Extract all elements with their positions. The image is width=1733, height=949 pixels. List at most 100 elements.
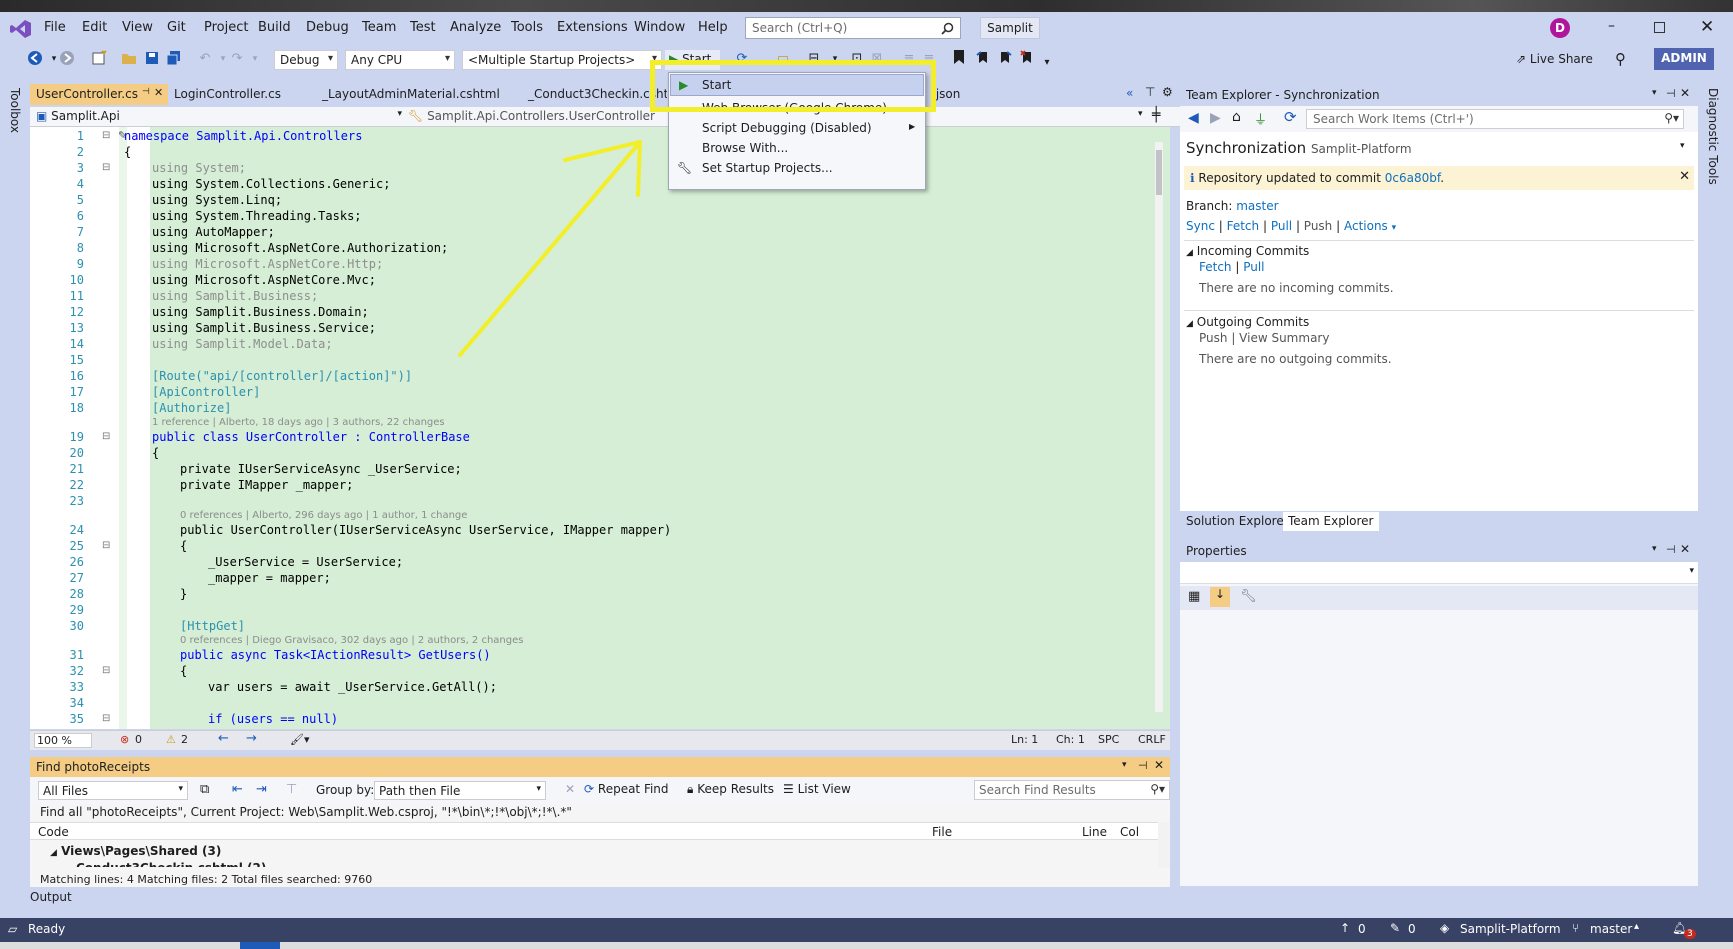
keep-results-button[interactable]: 🔒︎ Keep Results: [687, 782, 774, 797]
alphabetical-icon[interactable]: ↓: [1210, 587, 1230, 607]
feedback-icon[interactable]: ⚲: [1615, 50, 1626, 68]
incoming-commits-header[interactable]: ◢ Incoming Commits: [1186, 244, 1309, 258]
menu-view[interactable]: View: [122, 20, 153, 35]
work-items-search-input[interactable]: Search Work Items (Ctrl+') ⚲▾: [1306, 109, 1684, 129]
menu-item-browse-with[interactable]: Browse With...: [702, 141, 788, 155]
column-col[interactable]: Col: [1120, 825, 1139, 839]
menu-test[interactable]: Test: [410, 20, 436, 35]
menu-analyze[interactable]: Analyze: [450, 20, 501, 35]
tab-conduct3checkin[interactable]: _Conduct3Checkin.cshtml: [522, 84, 667, 105]
connect-plug-icon[interactable]: ⏚: [1254, 109, 1267, 128]
menu-item-script-debugging[interactable]: Script Debugging (Disabled): [702, 121, 872, 135]
menu-edit[interactable]: Edit: [82, 20, 107, 35]
push-link[interactable]: Push: [1304, 219, 1333, 233]
prev-bookmark-icon[interactable]: [974, 50, 992, 68]
diagnostic-tools-tab[interactable]: Diagnostic Tools: [1706, 88, 1720, 185]
incoming-fetch-link[interactable]: Fetch: [1199, 260, 1232, 274]
menu-item-set-startup-projects[interactable]: Set Startup Projects...: [702, 161, 833, 175]
pending-changes-count[interactable]: 0: [1408, 922, 1416, 936]
panel-options-icon[interactable]: ▾: [1122, 760, 1127, 770]
home-icon[interactable]: ⌂: [1232, 109, 1241, 125]
codelens-info[interactable]: 0 references | Alberto, 296 days ago | 1…: [180, 510, 467, 521]
fetch-link[interactable]: Fetch: [1227, 219, 1260, 233]
collapse-icon[interactable]: ⊟: [102, 130, 110, 141]
error-count[interactable]: 0: [135, 733, 142, 746]
line-ending-indicator[interactable]: CRLF: [1138, 733, 1166, 746]
scroll-tabs-icon[interactable]: «: [1126, 86, 1133, 100]
admin-button[interactable]: ADMIN: [1654, 48, 1714, 70]
config-dropdown[interactable]: Debug: [274, 50, 338, 70]
menu-window[interactable]: Window: [634, 20, 685, 35]
bookmark-icon[interactable]: [950, 50, 968, 68]
object-selector-dropdown[interactable]: ▾: [1180, 562, 1698, 584]
open-folder-icon[interactable]: [120, 50, 138, 68]
menu-project[interactable]: Project: [204, 20, 248, 35]
close-tab-icon[interactable]: ✕: [154, 86, 163, 99]
forward-icon[interactable]: ▶: [1210, 110, 1221, 126]
pin-icon[interactable]: ⊣: [142, 87, 150, 97]
live-share-button[interactable]: ⇗ Live Share: [1516, 52, 1593, 66]
save-all-icon[interactable]: [165, 50, 183, 68]
undo-icon[interactable]: ↶: [196, 50, 214, 68]
back-nav-icon[interactable]: [26, 50, 44, 68]
menu-build[interactable]: Build: [258, 20, 291, 35]
toolbox-tab[interactable]: Toolbox: [8, 88, 22, 133]
repo-name[interactable]: Samplit-Platform: [1311, 142, 1412, 156]
project-dropdown[interactable]: ▣ Samplit.Api ▾: [36, 109, 402, 126]
column-code[interactable]: Code: [38, 825, 69, 839]
chevron-down-icon[interactable]: ▾: [1680, 141, 1685, 151]
tab-layout-admin-material[interactable]: _LayoutAdminMaterial.cshtml: [316, 84, 522, 105]
pin-panel-icon[interactable]: ⊣: [1138, 759, 1148, 772]
group-by-dropdown[interactable]: Path then File ▾: [374, 781, 546, 800]
unpushed-count[interactable]: 0: [1358, 922, 1366, 936]
new-project-icon[interactable]: [90, 50, 108, 68]
menu-debug[interactable]: Debug: [306, 20, 349, 35]
column-line[interactable]: Line: [1082, 825, 1107, 839]
column-file[interactable]: File: [932, 825, 952, 839]
menu-tools[interactable]: Tools: [511, 20, 543, 35]
maximize-icon[interactable]: [1654, 22, 1665, 33]
menu-extensions[interactable]: Extensions: [557, 20, 628, 35]
collapse-all-icon[interactable]: ⇤: [232, 782, 243, 797]
vertical-scrollbar[interactable]: [1155, 142, 1163, 712]
redo-icon[interactable]: ↷: [228, 50, 246, 68]
stop-search-icon[interactable]: ✕: [565, 782, 575, 796]
close-window-icon[interactable]: ✕: [1700, 17, 1714, 37]
forward-nav-icon[interactable]: [58, 50, 76, 68]
branch-link[interactable]: master: [1236, 199, 1278, 213]
avatar[interactable]: D: [1550, 18, 1570, 38]
brush-icon[interactable]: 🖌︎▾: [290, 733, 310, 746]
minimize-icon[interactable]: –: [1608, 19, 1620, 34]
zoom-dropdown[interactable]: 100 %: [34, 733, 92, 748]
tab-login-controller[interactable]: LoginController.cs: [168, 84, 316, 105]
pull-link[interactable]: Pull: [1271, 219, 1292, 233]
pencil-icon[interactable]: ✎: [1390, 921, 1400, 935]
menu-file[interactable]: File: [44, 20, 66, 35]
codelens-info[interactable]: 1 reference | Alberto, 18 days ago | 3 a…: [152, 417, 445, 428]
expand-all-icon[interactable]: ⇥: [256, 782, 267, 797]
categorized-icon[interactable]: ▦: [1188, 589, 1200, 604]
copy-icon[interactable]: ⧉: [200, 782, 209, 797]
navigate-back-icon[interactable]: ←: [218, 731, 229, 746]
pin-panel-icon[interactable]: ⊣: [1666, 543, 1676, 556]
clear-bookmarks-icon[interactable]: [1018, 50, 1036, 68]
collapse-icon[interactable]: ⊟: [102, 713, 110, 724]
commit-link[interactable]: 0c6a80bf: [1385, 171, 1440, 185]
view-summary-link[interactable]: View Summary: [1239, 331, 1329, 345]
tab-team-explorer[interactable]: Team Explorer: [1283, 512, 1379, 531]
whitespace-indicator[interactable]: SPC: [1098, 733, 1119, 746]
outgoing-push-link[interactable]: Push: [1199, 331, 1228, 345]
save-icon[interactable]: [143, 50, 161, 68]
partial-file-row[interactable]: _Conduct3Checkin.cshtml (2): [70, 861, 266, 867]
filter-icon[interactable]: ⊤: [286, 782, 297, 797]
close-notification-icon[interactable]: ✕: [1679, 169, 1690, 184]
results-scrollbar[interactable]: [1158, 822, 1170, 868]
settings-gear-icon[interactable]: ⚙: [1162, 85, 1173, 99]
navigate-forward-icon[interactable]: →: [246, 731, 257, 746]
repeat-find-button[interactable]: ⟳ Repeat Find: [584, 782, 669, 796]
collapse-icon[interactable]: ⊟: [102, 431, 110, 442]
list-view-button[interactable]: ☰ List View: [783, 782, 851, 796]
status-branch[interactable]: master: [1590, 922, 1632, 936]
collapse-icon[interactable]: ⊟: [102, 162, 110, 173]
close-panel-icon[interactable]: ✕: [1680, 86, 1690, 100]
